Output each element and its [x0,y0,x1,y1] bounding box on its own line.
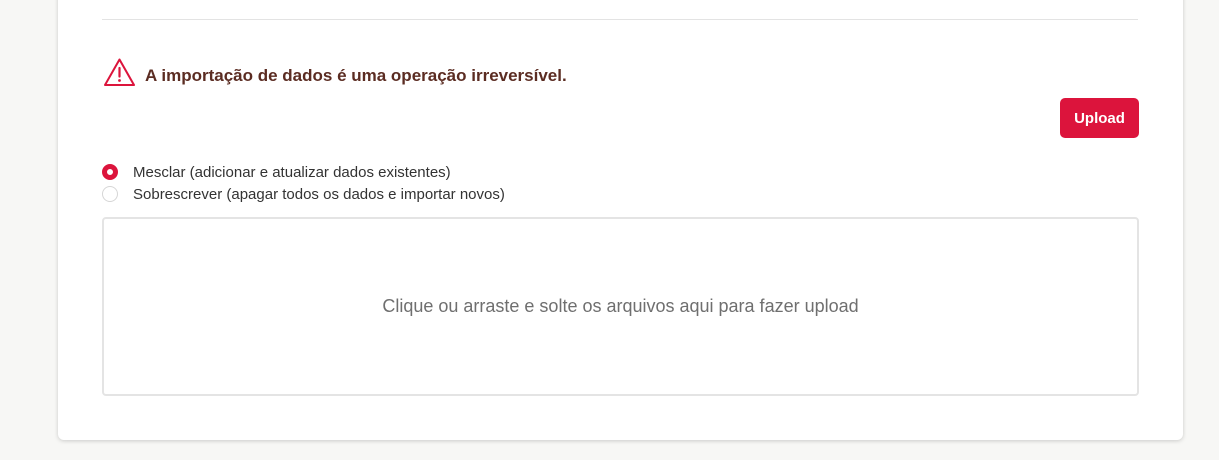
radio-overwrite-label[interactable]: Sobrescrever (apagar todos os dados e im… [133,186,505,203]
radio-merge[interactable] [102,164,118,180]
irreversible-warning: A importação de dados é uma operação irr… [103,57,567,87]
warning-text: A importação de dados é uma operação irr… [145,66,567,85]
radio-option-overwrite[interactable]: Sobrescrever (apagar todos os dados e im… [102,183,505,205]
import-card: A importação de dados é uma operação irr… [58,0,1183,440]
radio-merge-label[interactable]: Mesclar (adicionar e atualizar dados exi… [133,164,451,181]
section-divider [102,19,1138,20]
radio-option-merge[interactable]: Mesclar (adicionar e atualizar dados exi… [102,161,505,183]
dropzone-text: Clique ou arraste e solte os arquivos aq… [382,296,859,316]
radio-overwrite[interactable] [102,186,118,202]
upload-button[interactable]: Upload [1060,98,1139,138]
import-mode-radio-group: Mesclar (adicionar e atualizar dados exi… [102,161,505,205]
file-dropzone[interactable]: Clique ou arraste e solte os arquivos aq… [102,217,1139,396]
warning-triangle-icon [104,58,135,86]
